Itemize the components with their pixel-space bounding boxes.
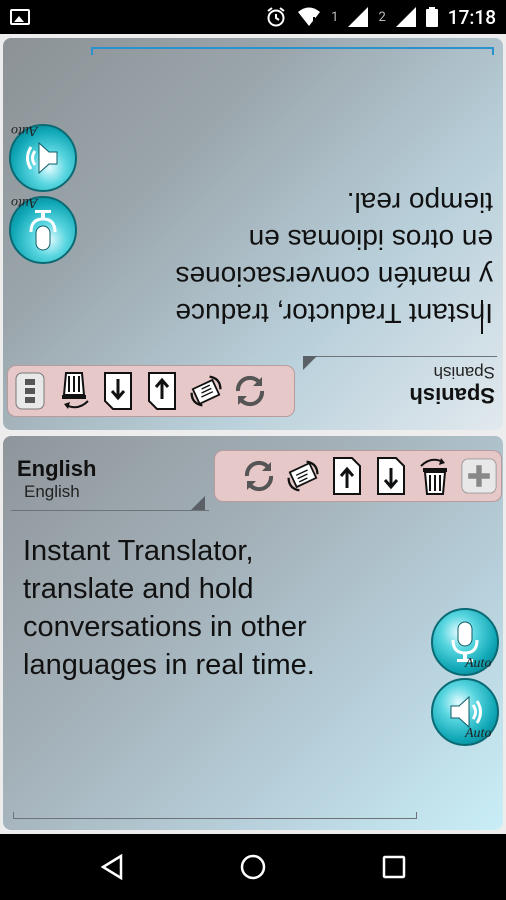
add-icon [461,458,497,494]
swap-button[interactable] [188,371,224,411]
refresh-button[interactable] [241,456,277,496]
add-button[interactable] [461,456,497,496]
auto-label: Auto [465,726,492,741]
menu-icon [15,372,45,410]
trash-button[interactable] [56,371,92,411]
download-button[interactable] [373,456,409,496]
alarm-icon [267,7,285,27]
text-field-corner [13,812,14,819]
auto-label: Auto [11,195,38,210]
language-subtitle: Spanish [433,363,495,382]
language-title: Spanish [409,383,495,408]
language-dropdown-corner [303,356,317,370]
sim2-label: 2 [378,9,386,25]
signal-icon [348,7,369,27]
navigation-bar [0,834,506,900]
swap-button[interactable] [285,456,321,496]
trash-button[interactable] [417,456,453,496]
status-icons: 1 2 17:18 [265,5,496,29]
language-divider [303,356,497,357]
download-icon [148,372,176,410]
sim1-label: 1 [331,9,339,25]
source-text[interactable]: Instant Translator, translate and hold c… [23,532,423,684]
home-icon[interactable] [240,854,266,880]
text-field-underline [13,818,417,819]
translation-panel-spanish: Instant Traductor, traduce y mantén conv… [3,38,503,430]
battery-icon [425,7,438,27]
translated-text[interactable]: Instant Traductor, traduce y mantén conv… [103,184,493,332]
text-field-corner [492,47,494,55]
menu-button[interactable] [12,371,48,411]
refresh-icon [244,460,274,492]
language-selector-english[interactable]: English English [17,456,96,502]
swap-cards-icon [190,375,222,407]
upload-icon [333,457,361,495]
trash-icon [62,372,89,409]
download-icon [377,457,405,495]
wifi-icon [298,7,321,26]
refresh-button[interactable] [232,371,268,411]
text-field-corner [416,812,417,819]
trash-icon [420,458,447,495]
clock: 17:18 [447,5,496,29]
refresh-icon [235,375,265,407]
signal-icon [395,7,416,27]
speaker-icon [26,141,58,175]
microphone-icon [29,210,57,251]
text-caret [481,300,483,334]
upload-button[interactable] [329,456,365,496]
text-field-corner [91,47,93,55]
auto-label: Auto [11,123,38,138]
english-toolbar [214,450,502,502]
status-bar: 1 2 17:18 [0,0,506,34]
back-icon[interactable] [99,854,125,880]
language-title: English [17,456,97,481]
source-panel-english: English English Instant Translator, tran… [3,436,503,830]
auto-label: Auto [465,656,492,671]
upload-icon [104,372,132,410]
language-divider [11,510,209,511]
recents-icon[interactable] [382,855,406,879]
swap-cards-icon [287,460,319,492]
language-dropdown-corner [191,496,205,510]
download-button[interactable] [144,371,180,411]
language-subtitle: English [24,482,80,501]
image-notification-icon [10,9,30,25]
language-selector-spanish[interactable]: Spanish Spanish [397,362,495,408]
spanish-toolbar [7,365,295,417]
upload-button[interactable] [100,371,136,411]
text-field-underline [91,47,493,49]
